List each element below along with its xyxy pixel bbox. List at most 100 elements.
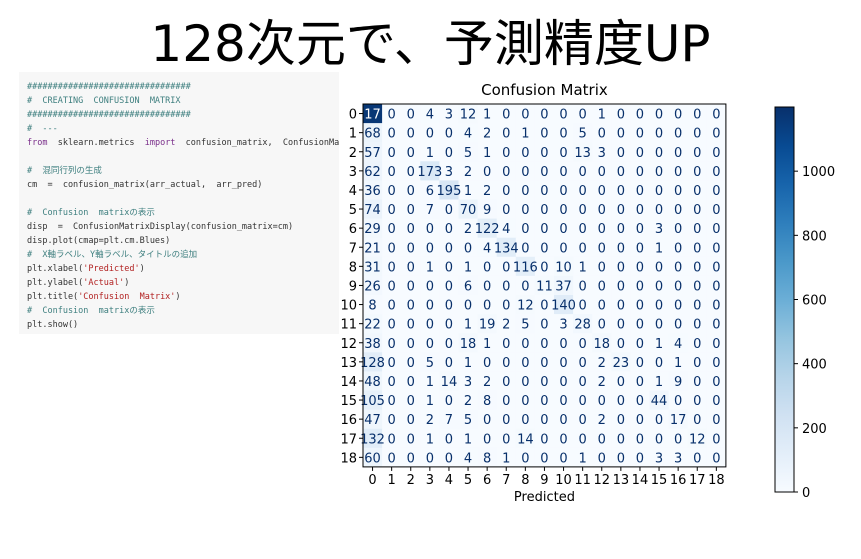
cell-label: 0	[540, 146, 548, 161]
cell-label: 29	[364, 222, 381, 237]
cell-label: 0	[617, 241, 625, 256]
cell-label: 4	[483, 241, 491, 256]
cell-label: 5	[521, 318, 529, 333]
cell-label: 0	[483, 165, 491, 180]
cell-label: 1	[579, 451, 587, 466]
cell-label: 0	[712, 299, 720, 314]
cell-label: 0	[617, 394, 625, 409]
cell-label: 0	[502, 299, 510, 314]
cell-label: 0	[540, 203, 548, 218]
cell-label: 0	[598, 432, 606, 447]
cell-label: 0	[636, 337, 644, 352]
cell-label: 0	[693, 375, 701, 390]
cell-label: 2	[483, 375, 491, 390]
cell-label: 4	[464, 127, 472, 142]
cell-label: 0	[388, 146, 396, 161]
cell-label: 1	[521, 127, 529, 142]
cell-label: 0	[521, 375, 529, 390]
colorbar	[774, 106, 795, 493]
cell-label: 0	[559, 146, 567, 161]
cell-label: 8	[483, 394, 491, 409]
cell-label: 0	[636, 260, 644, 275]
cell-label: 0	[445, 146, 453, 161]
cell-label: 0	[598, 279, 606, 294]
y-tick-label: 2	[349, 146, 357, 161]
colorbar-tick-label: 0	[802, 486, 810, 501]
cell-label: 2	[598, 356, 606, 371]
y-tick-label: 17	[340, 432, 357, 447]
cell-label: 8	[483, 451, 491, 466]
x-tick-label: 3	[426, 473, 434, 488]
cell-label: 0	[388, 241, 396, 256]
cell-label: 0	[521, 413, 529, 428]
cell-label: 0	[579, 241, 587, 256]
cell-label: 0	[540, 165, 548, 180]
cell-label: 74	[364, 203, 381, 218]
x-tick-label: 6	[483, 473, 491, 488]
cell-label: 36	[364, 184, 381, 199]
cell-label: 0	[540, 108, 548, 123]
cell-label: 0	[388, 413, 396, 428]
cell-label: 0	[502, 337, 510, 352]
cell-label: 0	[407, 222, 415, 237]
cell-label: 0	[579, 356, 587, 371]
y-tick-label: 6	[349, 222, 357, 237]
cell-label: 0	[559, 241, 567, 256]
cell-label: 0	[521, 337, 529, 352]
cell-label: 0	[540, 413, 548, 428]
cell-label: 0	[483, 432, 491, 447]
cell-label: 3	[464, 375, 472, 390]
cell-label: 0	[388, 260, 396, 275]
cell-label: 0	[712, 375, 720, 390]
cell-label: 8	[368, 299, 376, 314]
cell-label: 3	[655, 222, 663, 237]
x-tick-label: 9	[540, 473, 548, 488]
cell-label: 23	[613, 356, 630, 371]
cell-label: 0	[540, 222, 548, 237]
cell-label: 0	[445, 337, 453, 352]
cell-label: 1	[464, 184, 472, 199]
cell-label: 2	[598, 413, 606, 428]
cell-label: 0	[521, 184, 529, 199]
cell-label: 0	[407, 337, 415, 352]
cell-label: 0	[674, 241, 682, 256]
cell-label: 0	[655, 165, 663, 180]
cell-label: 0	[712, 279, 720, 294]
cell-label: 0	[559, 184, 567, 199]
cell-label: 0	[464, 299, 472, 314]
cell-label: 0	[655, 184, 663, 199]
cell-label: 132	[360, 432, 385, 447]
cell-label: 70	[460, 203, 477, 218]
cell-label: 116	[513, 260, 538, 275]
cell-label: 0	[540, 356, 548, 371]
cell-label: 17	[364, 108, 381, 123]
cell-label: 0	[483, 299, 491, 314]
cell-label: 0	[502, 375, 510, 390]
cell-label: 2	[464, 165, 472, 180]
cell-label: 0	[674, 203, 682, 218]
cell-label: 2	[598, 375, 606, 390]
cell-label: 0	[712, 146, 720, 161]
cell-label: 0	[540, 337, 548, 352]
cell-label: 68	[364, 127, 381, 142]
cell-label: 0	[502, 394, 510, 409]
cell-label: 5	[464, 413, 472, 428]
cell-label: 105	[360, 394, 385, 409]
y-tick-label: 8	[349, 260, 357, 275]
cell-label: 1	[464, 318, 472, 333]
cell-label: 0	[674, 146, 682, 161]
cell-label: 0	[502, 260, 510, 275]
cell-label: 0	[712, 222, 720, 237]
cell-label: 0	[655, 318, 663, 333]
cell-label: 0	[559, 337, 567, 352]
cell-label: 1	[426, 432, 434, 447]
code-line: # X軸ラベル、Y軸ラベル、タイトルの追加	[27, 250, 198, 260]
cell-label: 0	[655, 127, 663, 142]
cell-label: 0	[712, 337, 720, 352]
cell-label: 0	[540, 432, 548, 447]
cell-label: 48	[364, 375, 381, 390]
cell-label: 0	[407, 432, 415, 447]
cell-label: 0	[521, 108, 529, 123]
cell-label: 0	[712, 356, 720, 371]
code-line: # CREATING CONFUSION MATRIX	[27, 96, 181, 106]
